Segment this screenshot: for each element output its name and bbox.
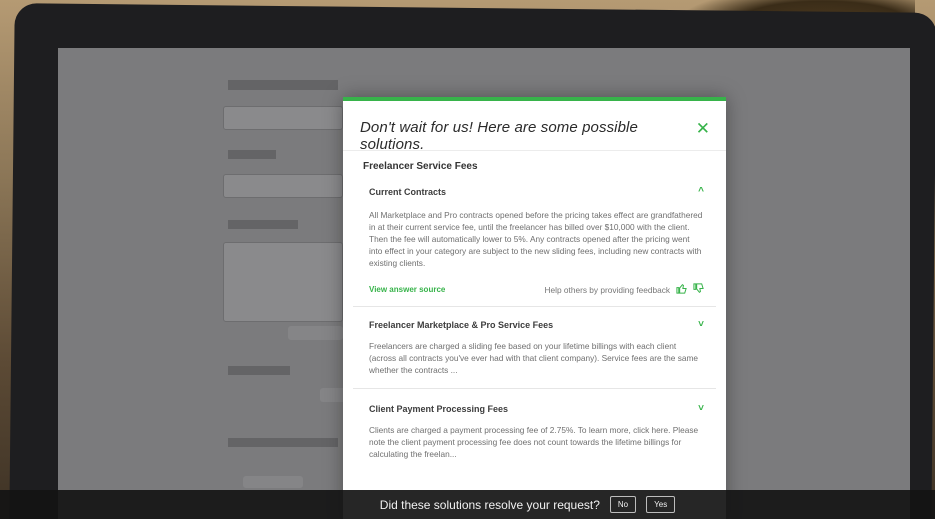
ghost-label [228, 438, 338, 447]
faq-body: Clients are charged a payment processing… [369, 425, 699, 459]
faq-title: Freelancer Marketplace & Pro Service Fee… [369, 319, 554, 330]
ghost-label [228, 80, 338, 90]
ghost-field [223, 174, 343, 198]
chevron-down-icon[interactable]: ˅ [698, 319, 704, 330]
yes-button[interactable]: Yes [646, 496, 676, 513]
section-title: Freelancer Service Fees [363, 161, 478, 172]
faq-header[interactable]: Current Contracts ^ [369, 186, 704, 197]
faq-title: Current Contracts [369, 186, 447, 197]
close-icon[interactable]: ✕ [696, 120, 710, 137]
faq-item-current-contracts[interactable]: Current Contracts ^ All Marketplace and … [353, 186, 716, 307]
feedback-group: Help others by providing feedback [545, 283, 704, 296]
resolve-bar: Did these solutions resolve your request… [0, 490, 935, 519]
faq-body: All Marketplace and Pro contracts opened… [369, 210, 703, 268]
faq-header[interactable]: Freelancer Marketplace & Pro Service Fee… [369, 319, 704, 330]
feedback-text: Help others by providing feedback [544, 284, 670, 295]
ghost-textarea [223, 242, 343, 322]
view-answer-source-link[interactable]: View answer source [369, 285, 445, 294]
no-button[interactable]: No [609, 496, 637, 513]
faq-item-service-fees[interactable]: Freelancer Marketplace & Pro Service Fee… [353, 319, 716, 389]
faq-header[interactable]: Client Payment Processing Fees ˅ [369, 403, 704, 414]
chevron-down-icon[interactable]: ˅ [698, 403, 704, 414]
ghost-field [223, 106, 343, 130]
ghost-label [228, 366, 290, 375]
ghost-label [228, 220, 298, 229]
faq-body: Freelancers are charged a sliding fee ba… [369, 341, 698, 375]
ghost-label [228, 150, 276, 159]
solutions-modal: Don't wait for us! Here are some possibl… [343, 97, 726, 519]
ghost-bar [243, 476, 303, 488]
resolve-question: Did these solutions resolve your request… [379, 497, 600, 512]
thumbs-up-icon[interactable] [676, 283, 687, 296]
faq-footer: View answer source Help others by provid… [369, 283, 704, 296]
chevron-up-icon[interactable]: ^ [698, 186, 704, 197]
modal-header: Don't wait for us! Here are some possibl… [343, 101, 726, 153]
faq-title: Client Payment Processing Fees [369, 403, 509, 414]
ghost-bar [288, 326, 343, 340]
thumbs-down-icon[interactable] [693, 283, 704, 296]
faq-item-payment-processing[interactable]: Client Payment Processing Fees ˅ Clients… [353, 403, 716, 470]
modal-title: Don't wait for us! Here are some possibl… [360, 119, 638, 153]
